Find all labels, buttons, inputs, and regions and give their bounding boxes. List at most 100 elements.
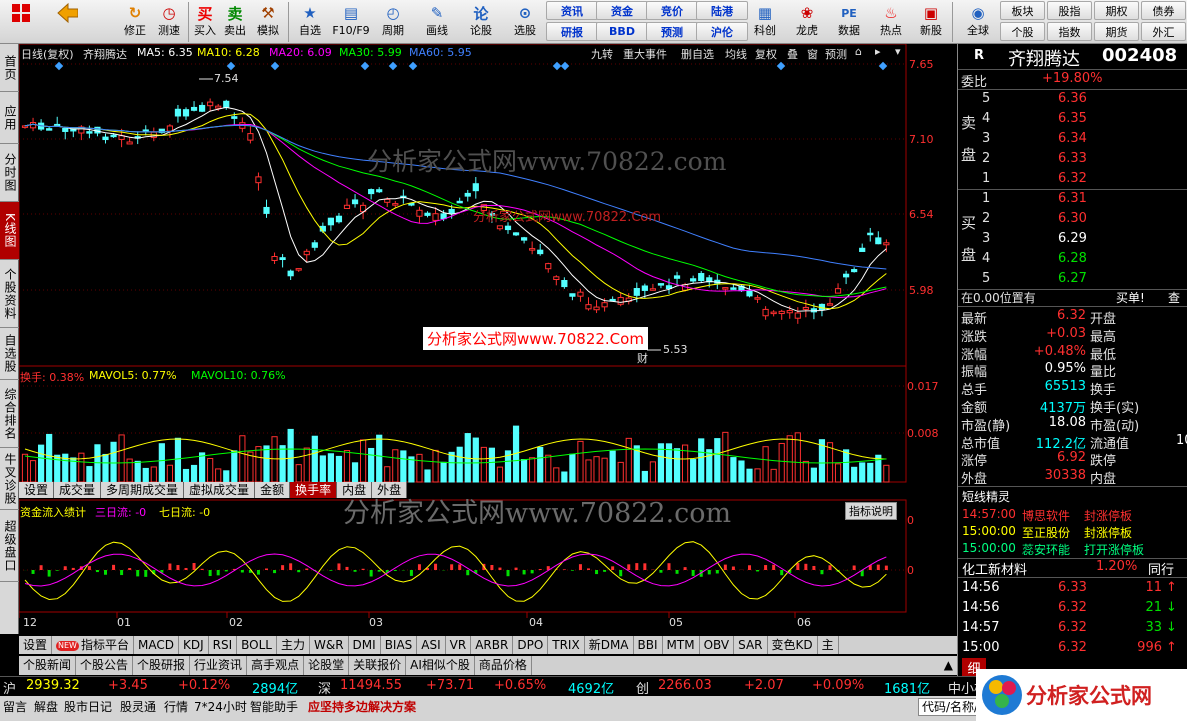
- left-nav-ranking[interactable]: 综合排名: [0, 380, 19, 448]
- options-grid-button[interactable]: 期权: [1094, 1, 1139, 20]
- dropdown-icon[interactable]: ▾: [895, 45, 901, 58]
- new-stock-button[interactable]: ▣ 新股: [914, 1, 948, 43]
- assistant-button[interactable]: 智能助手: [250, 698, 298, 715]
- ind-tab-sar[interactable]: SAR: [734, 636, 768, 654]
- cy-index-value[interactable]: 2266.03: [658, 678, 712, 693]
- ind-tab-dmi[interactable]: DMI: [349, 636, 381, 654]
- analysis-button[interactable]: 解盘: [34, 698, 58, 715]
- fix-button[interactable]: ↻ 修正: [120, 1, 150, 43]
- market-button[interactable]: 行情: [164, 698, 188, 715]
- forex-grid-button[interactable]: 外汇: [1141, 22, 1186, 41]
- futures-grid-button[interactable]: 期货: [1094, 22, 1139, 41]
- vol-tab-volume[interactable]: 成交量: [54, 482, 102, 498]
- stock-link-button[interactable]: 股灵通: [120, 698, 156, 715]
- left-nav-home[interactable]: 首页: [0, 44, 19, 92]
- vol-tab-amount[interactable]: 金额: [255, 482, 291, 498]
- data-button[interactable]: PE 数据: [832, 1, 866, 43]
- peers-button[interactable]: 同行: [1148, 559, 1174, 578]
- stock-index-grid-button[interactable]: 股指: [1047, 1, 1092, 20]
- ind-tab-trix[interactable]: TRIX: [548, 636, 585, 654]
- ind-tab-color-kd[interactable]: 变色KD: [768, 636, 818, 654]
- short-term-elf-title[interactable]: 短线精灵: [962, 488, 1010, 506]
- research-grid-button[interactable]: 研报: [546, 22, 598, 41]
- bbd-grid-button[interactable]: BBD: [596, 22, 648, 41]
- elf-stock[interactable]: 至正股份: [1022, 524, 1070, 542]
- vol-tab-multi-period[interactable]: 多周期成交量: [101, 482, 185, 498]
- left-nav-watchlist[interactable]: 自选股: [0, 328, 19, 380]
- auction-grid-button[interactable]: 竞价: [646, 1, 698, 20]
- vol-tab-outer[interactable]: 外盘: [372, 482, 408, 498]
- draw-button[interactable]: ✎ 画线: [422, 1, 452, 43]
- query-button[interactable]: 查: [1168, 289, 1180, 307]
- left-nav-apps[interactable]: 应用: [0, 92, 19, 144]
- news-tab-expert[interactable]: 高手观点: [247, 656, 305, 675]
- simulate-button[interactable]: ⚒ 模拟: [253, 1, 283, 43]
- kline-chart-area[interactable]: 日线(复权) 齐翔腾达 MA5: 6.35 MA10: 6.28 MA20: 6…: [19, 44, 957, 636]
- left-nav-super-board[interactable]: 超级盘口: [0, 510, 19, 582]
- kline-chart-canvas[interactable]: [19, 44, 957, 636]
- ind-tab-kdj[interactable]: KDJ: [179, 636, 209, 654]
- global-button[interactable]: ◉ 全球: [958, 1, 998, 43]
- f10-button[interactable]: ▤ F10/F9: [330, 1, 372, 43]
- left-nav-intraday[interactable]: 分时图: [0, 144, 19, 202]
- news-tab-ai-similar[interactable]: AI相似个股: [406, 656, 475, 675]
- message-button[interactable]: 留言: [3, 698, 27, 715]
- lock-icon[interactable]: ⌂: [855, 45, 862, 58]
- overlay-button[interactable]: 叠: [787, 46, 798, 62]
- promo-ticker[interactable]: 应坚持多边解决方案: [308, 698, 416, 715]
- ind-tab-main-force[interactable]: 主力: [277, 636, 310, 654]
- sell-button[interactable]: 卖卖出: [222, 1, 248, 43]
- fund-grid-button[interactable]: 资金: [596, 1, 648, 20]
- vol-tab-turnover[interactable]: 换手率: [290, 482, 338, 498]
- ind-tab-vr[interactable]: VR: [446, 636, 472, 654]
- ma-button[interactable]: 均线: [725, 46, 747, 62]
- vol-tab-settings[interactable]: 设置: [19, 482, 55, 498]
- news-tab-commodities[interactable]: 商品价格: [475, 656, 532, 675]
- ind-tab-boll[interactable]: BOLL: [237, 636, 277, 654]
- remove-watchlist-button[interactable]: 删自选: [681, 46, 714, 62]
- ind-tab-rsi[interactable]: RSI: [209, 636, 238, 654]
- news-tab-research[interactable]: 个股研报: [133, 656, 191, 675]
- ind-tab-more[interactable]: 主: [818, 636, 839, 654]
- news-tab-stock-news[interactable]: 个股新闻: [19, 656, 77, 675]
- ind-tab-macd[interactable]: MACD: [134, 636, 179, 654]
- index-grid-button[interactable]: 指数: [1047, 22, 1092, 41]
- back-button[interactable]: [52, 1, 82, 43]
- indicator-help-button[interactable]: 指标说明: [845, 502, 897, 520]
- news-tab-forum[interactable]: 论股堂: [304, 656, 350, 675]
- left-nav-diagnosis[interactable]: 牛叉诊股: [0, 448, 19, 510]
- bonds-grid-button[interactable]: 债券: [1141, 1, 1186, 20]
- stock-grid-button[interactable]: 个股: [1000, 22, 1045, 41]
- elf-stock[interactable]: 蕊安环能: [1022, 541, 1070, 559]
- stock-picker-button[interactable]: ⊙ 选股: [506, 1, 544, 43]
- news-grid-button[interactable]: 资讯: [546, 1, 598, 20]
- forecast-grid-button[interactable]: 预测: [646, 22, 698, 41]
- watchlist-button[interactable]: ★ 自选: [293, 1, 327, 43]
- vol-tab-inner[interactable]: 内盘: [337, 482, 373, 498]
- ind-tab-mtm[interactable]: MTM: [663, 636, 700, 654]
- left-nav-kline[interactable]: K线图: [0, 202, 19, 260]
- next-icon[interactable]: ▸: [875, 45, 881, 58]
- buy-single-button[interactable]: 买单!: [1116, 289, 1145, 307]
- collapse-icon[interactable]: ▲: [940, 656, 957, 675]
- diary-button[interactable]: 股市日记: [64, 698, 112, 715]
- hot-button[interactable]: ♨ 热点: [874, 1, 908, 43]
- major-events-button[interactable]: 重大事件: [623, 46, 667, 62]
- ind-tab-platform[interactable]: NEW 指标平台: [52, 636, 134, 654]
- ind-tab-dpo[interactable]: DPO: [513, 636, 549, 654]
- news-tab-announcements[interactable]: 个股公告: [76, 656, 134, 675]
- elf-stock[interactable]: 博思软件: [1022, 507, 1070, 525]
- code-search-input[interactable]: 代码/名称/: [918, 698, 983, 716]
- sz-index-value[interactable]: 11494.55: [340, 678, 402, 693]
- period-button[interactable]: ◴ 周期: [376, 1, 410, 43]
- adjust-button[interactable]: 复权: [755, 46, 777, 62]
- star-market-button[interactable]: ▦ 科创: [748, 1, 782, 43]
- shanghai-london-grid-button[interactable]: 沪伦: [696, 22, 748, 41]
- grid-icon-button[interactable]: [4, 1, 38, 43]
- hk-connect-grid-button[interactable]: 陆港: [696, 1, 748, 20]
- speed-test-button[interactable]: ◷ 测速: [154, 1, 184, 43]
- industry-name[interactable]: 化工新材料: [962, 559, 1027, 578]
- ind-tab-bbi[interactable]: BBI: [634, 636, 663, 654]
- left-nav-profile[interactable]: 个股资料: [0, 260, 19, 328]
- dragon-tiger-button[interactable]: ❀ 龙虎: [790, 1, 824, 43]
